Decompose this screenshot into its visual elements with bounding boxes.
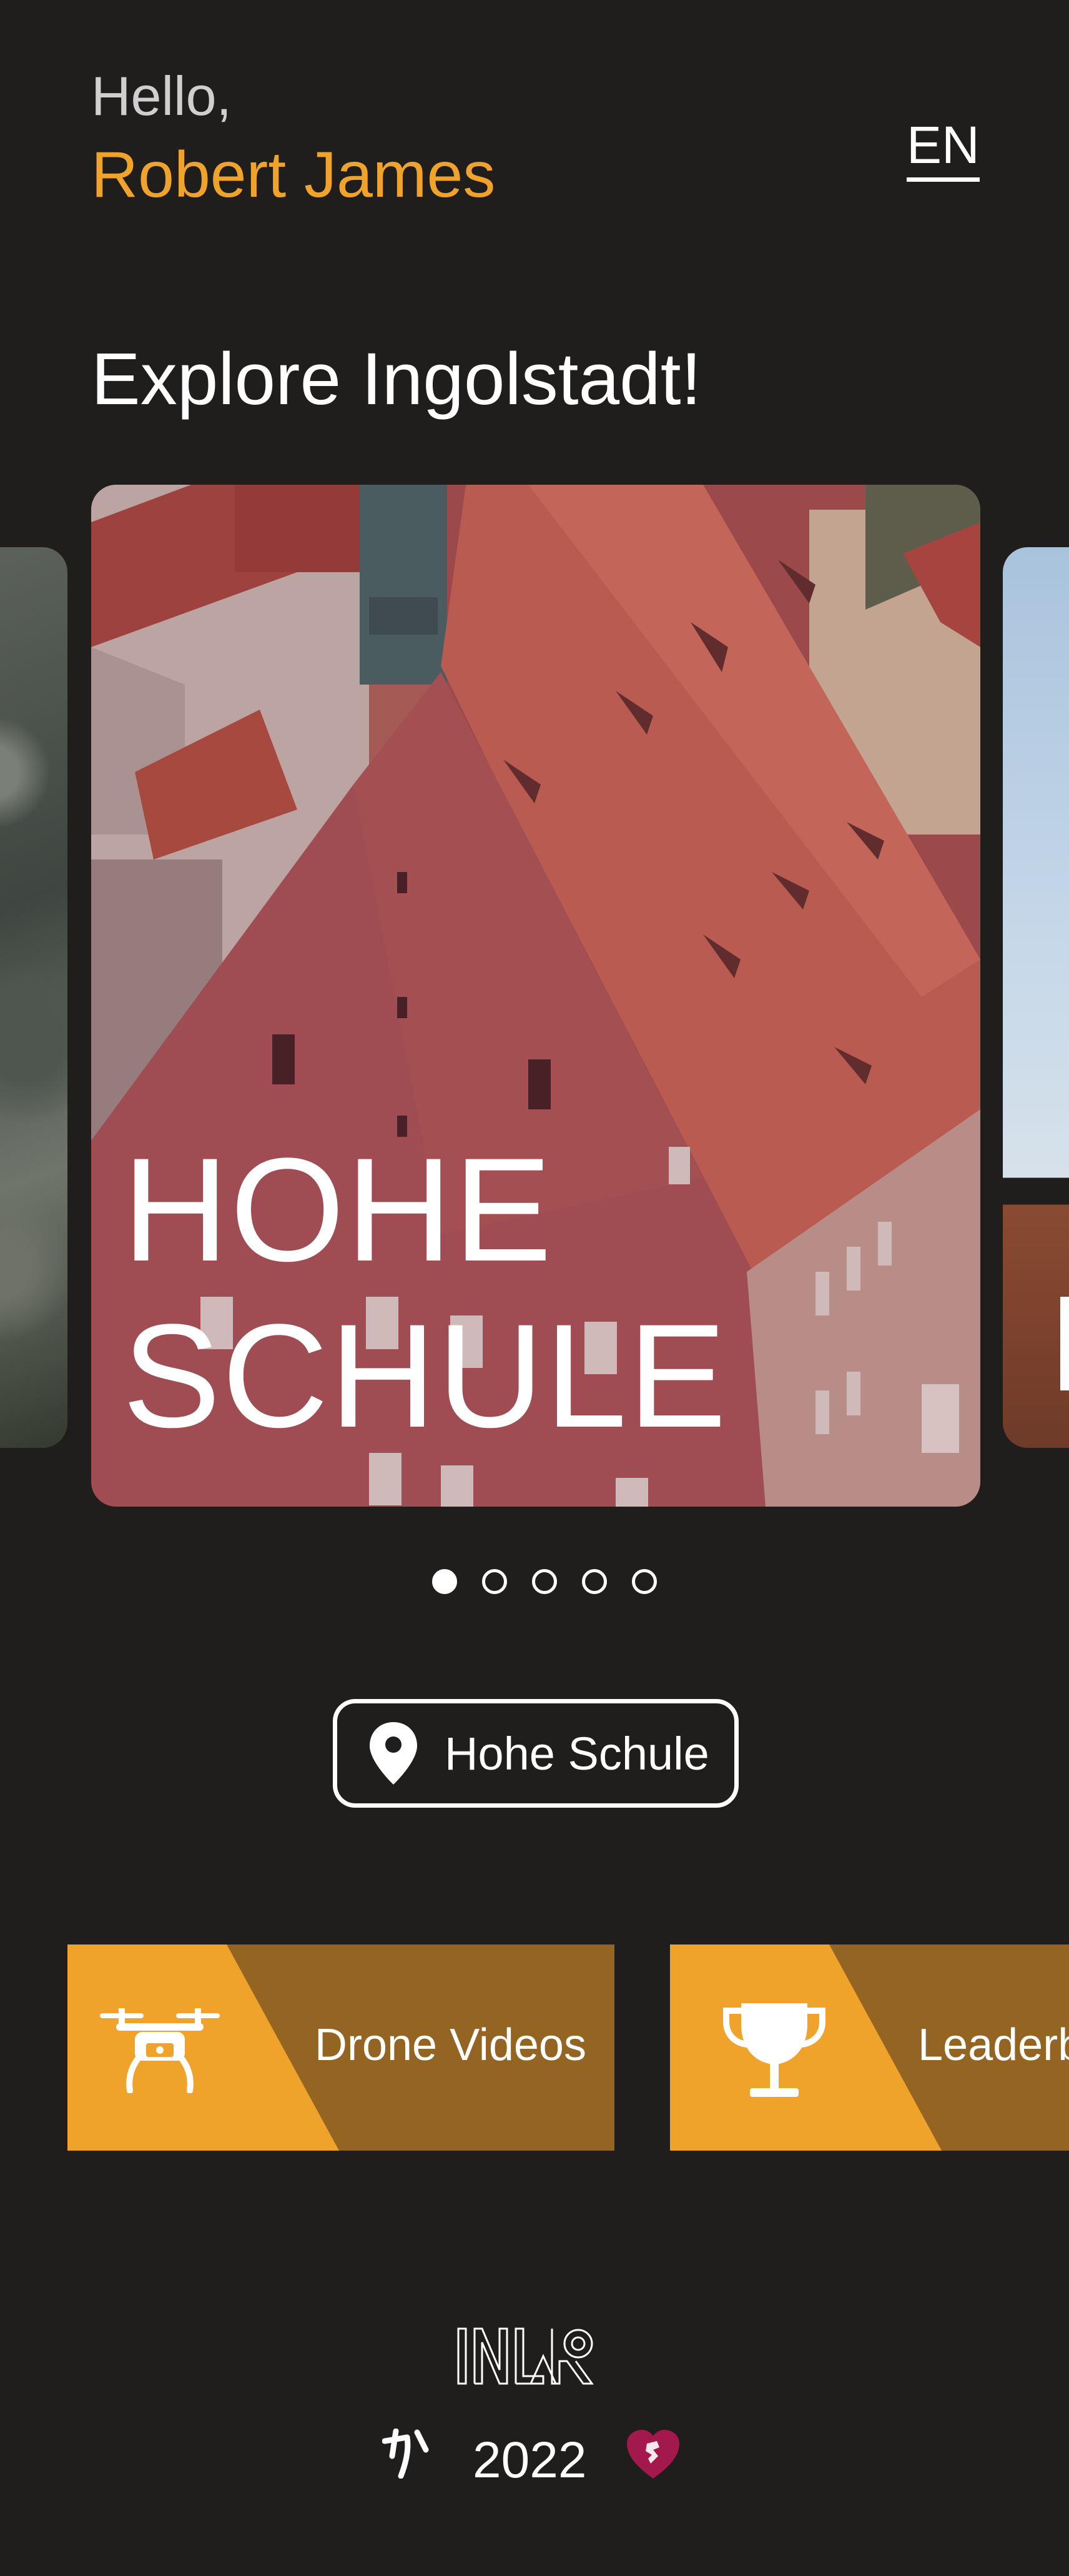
home-screen: Hello, Robert James EN Explore Ingolstad… xyxy=(0,0,1069,2576)
carousel-card-next[interactable] xyxy=(1003,547,1069,1448)
heart-icon xyxy=(627,2430,679,2479)
pagination-dot-4[interactable] xyxy=(582,1569,607,1594)
card-title-edge xyxy=(1060,1297,1069,1390)
location-button[interactable]: Hohe Schule xyxy=(333,1699,739,1808)
brand-mark-icon xyxy=(382,2429,429,2479)
pagination-dot-1[interactable] xyxy=(432,1569,457,1594)
carousel-card-previous[interactable] xyxy=(0,547,67,1448)
map-pin-icon xyxy=(370,1722,417,1785)
user-name: Robert James xyxy=(91,139,496,211)
leaderboard-tile[interactable]: Leaderb xyxy=(670,1944,1069,2151)
card-title-line-2: SCHULE xyxy=(122,1294,728,1459)
pagination-dot-2[interactable] xyxy=(482,1569,507,1594)
language-switch[interactable]: EN xyxy=(907,119,980,182)
card-title-line-1: HOHE xyxy=(122,1127,553,1292)
carousel-card-active[interactable]: HOHE SCHULE xyxy=(91,485,980,1507)
drone-icon xyxy=(100,2008,220,2093)
leaderboard-label: Leaderb xyxy=(918,2020,1069,2070)
card-title: HOHE SCHULE xyxy=(122,1127,727,1459)
trophy-icon xyxy=(723,2003,825,2097)
pagination-dot-3[interactable] xyxy=(532,1569,557,1594)
drone-videos-tile[interactable]: Drone Videos xyxy=(67,1944,614,2151)
drone-videos-label: Drone Videos xyxy=(315,2020,586,2070)
greeting-hello: Hello, xyxy=(91,65,232,127)
page-title: Explore Ingolstadt! xyxy=(91,338,702,420)
inar-logo xyxy=(457,2327,594,2385)
footer-year: 2022 xyxy=(473,2432,587,2489)
carousel-pagination xyxy=(432,1569,657,1594)
location-label: Hohe Schule xyxy=(445,1727,709,1780)
pagination-dot-5[interactable] xyxy=(632,1569,657,1594)
